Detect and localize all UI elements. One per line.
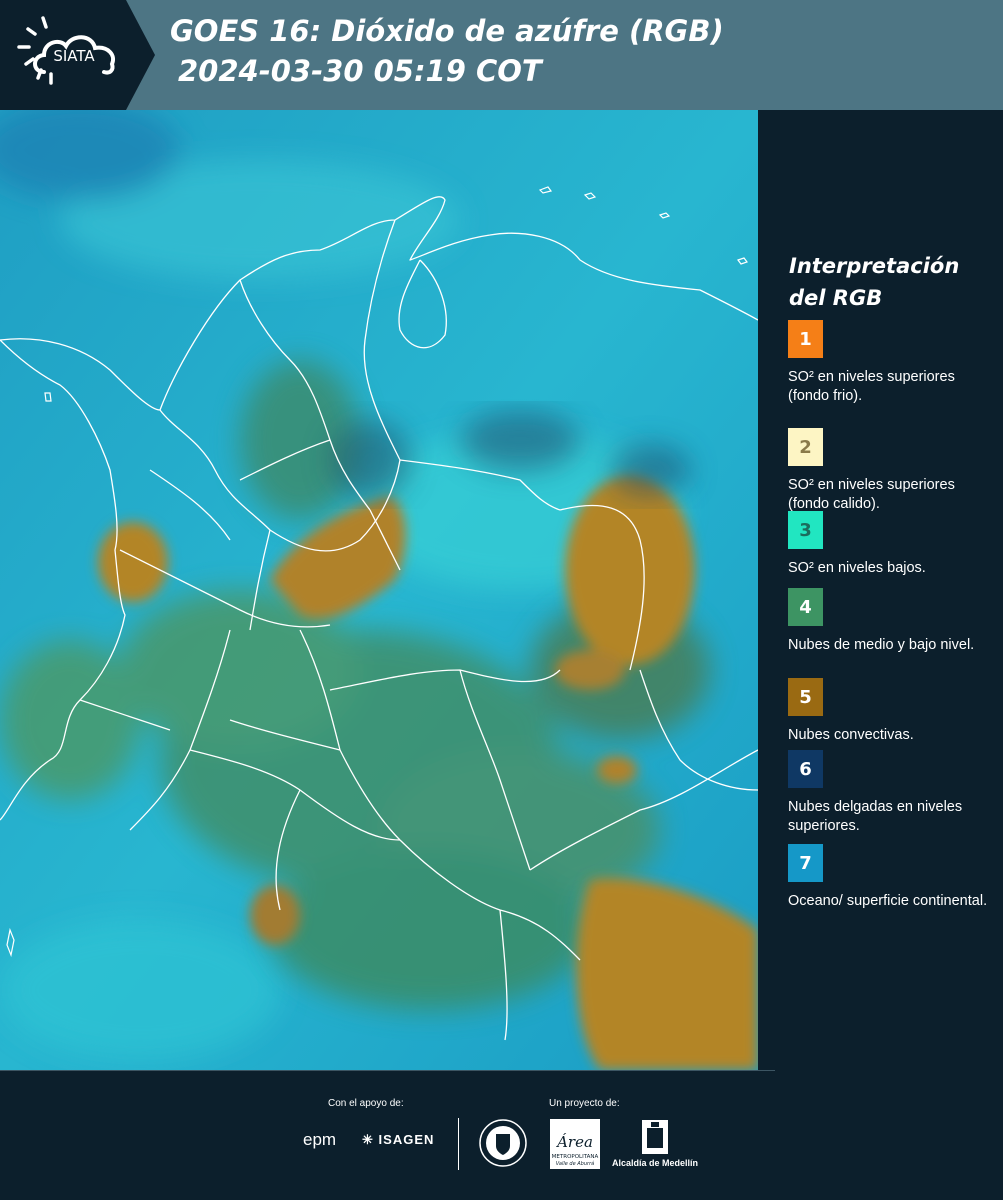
svg-text:METROPOLITANA: METROPOLITANA — [552, 1154, 599, 1160]
siata-logo-panel: SIATA — [0, 0, 155, 110]
isagen-mark-icon: ✳ — [362, 1132, 374, 1147]
svg-text:SIATA: SIATA — [53, 47, 95, 65]
legend-swatch: 1 — [788, 320, 823, 358]
siata-logo-icon: SIATA — [0, 0, 155, 110]
page-title: GOES 16: Dióxido de azúfre (RGB) — [170, 14, 724, 48]
svg-text:Valle de Aburrá: Valle de Aburrá — [556, 1160, 594, 1167]
medellin-seal-icon — [479, 1119, 527, 1167]
legend-swatch: 2 — [788, 428, 823, 466]
legend-item-2: 2 SO² en niveles superiores (fondo calido… — [788, 428, 998, 514]
legend-title: Interpretación del RGB — [789, 254, 960, 310]
legend-swatch: 3 — [788, 511, 823, 549]
footer-divider — [0, 1070, 775, 1071]
legend-label: Nubes de medio y bajo nivel. — [788, 637, 975, 653]
epm-logo: epm — [303, 1130, 337, 1149]
legend-item-5: 5 Nubes convectivas. — [788, 678, 998, 745]
legend-swatch: 6 — [788, 750, 823, 788]
area-metropolitana-logo-icon: Área METROPOLITANA Valle de Aburrá — [550, 1119, 600, 1169]
support-label: Con el apoyo de: — [328, 1098, 404, 1109]
satellite-map[interactable] — [0, 110, 758, 1070]
project-label: Un proyecto de: — [549, 1098, 620, 1109]
legend-label: SO² en niveles superiores (fondo calido)… — [788, 477, 955, 512]
legend-item-3: 3 SO² en niveles bajos. — [788, 511, 998, 578]
legend-swatch: 4 — [788, 588, 823, 626]
isagen-logo: ✳ ISAGEN — [362, 1132, 435, 1147]
legend-label: Nubes delgadas en niveles superiores. — [788, 799, 963, 834]
legend-label: Oceano/ superficie continental. — [788, 893, 988, 909]
legend-panel: Interpretación del RGB 1 SO² en niveles s… — [758, 110, 1003, 1070]
sponsor-divider — [458, 1118, 459, 1170]
legend-label: SO² en niveles superiores (fondo frio). — [788, 369, 955, 404]
legend-item-4: 4 Nubes de medio y bajo nivel. — [788, 588, 998, 655]
header-bar: SIATA GOES 16: Dióxido de azúfre (RGB) 2… — [0, 0, 1003, 110]
legend-item-1: 1 SO² en niveles superiores (fondo frio). — [788, 320, 998, 406]
footer: Con el apoyo de: Un proyecto de: epm ✳ I… — [0, 1070, 1003, 1200]
alcaldia-label: Alcaldía de Medellín — [612, 1158, 699, 1168]
legend-item-7: 7 Oceano/ superficie continental. — [788, 844, 998, 911]
svg-text:Área: Área — [555, 1133, 593, 1151]
alcaldia-crest-icon — [642, 1120, 668, 1154]
legend-item-6: 6 Nubes delgadas en niveles superiores. — [788, 750, 998, 836]
page-timestamp: 2024-03-30 05:19 COT — [178, 54, 542, 88]
legend-label: Nubes convectivas. — [788, 727, 914, 743]
legend-swatch: 5 — [788, 678, 823, 716]
legend-swatch: 7 — [788, 844, 823, 882]
legend-label: SO² en niveles bajos. — [788, 560, 926, 576]
